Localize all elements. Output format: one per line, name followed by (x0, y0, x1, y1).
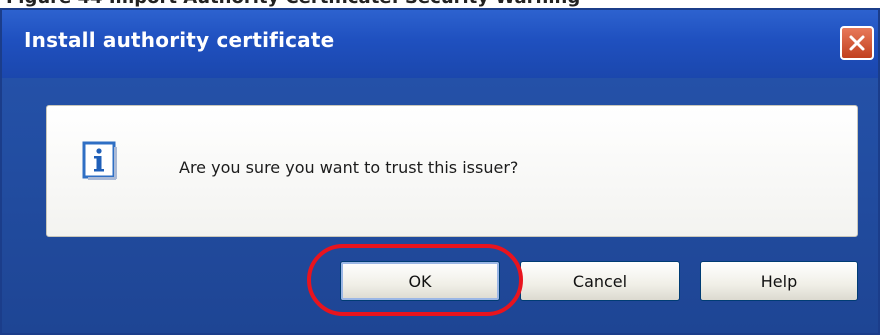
help-button[interactable]: Help (700, 261, 858, 301)
dialog-title: Install authority certificate (24, 28, 335, 52)
close-button[interactable] (840, 26, 874, 60)
dialog-body: Are you sure you want to trust this issu… (2, 78, 878, 333)
ok-button[interactable]: OK (340, 261, 500, 301)
title-bar: Install authority certificate (2, 10, 878, 78)
info-icon (82, 141, 117, 180)
dialog-window: Install authority certificate Are you su… (0, 8, 880, 335)
cancel-button[interactable]: Cancel (520, 261, 680, 301)
caption-text: Figure 44 Import Authority Certificate: … (6, 0, 580, 8)
close-icon (849, 35, 865, 51)
dialog-message: Are you sure you want to trust this issu… (179, 158, 519, 177)
caption-strip: Figure 44 Import Authority Certificate: … (0, 0, 880, 8)
message-panel: Are you sure you want to trust this issu… (46, 105, 858, 237)
